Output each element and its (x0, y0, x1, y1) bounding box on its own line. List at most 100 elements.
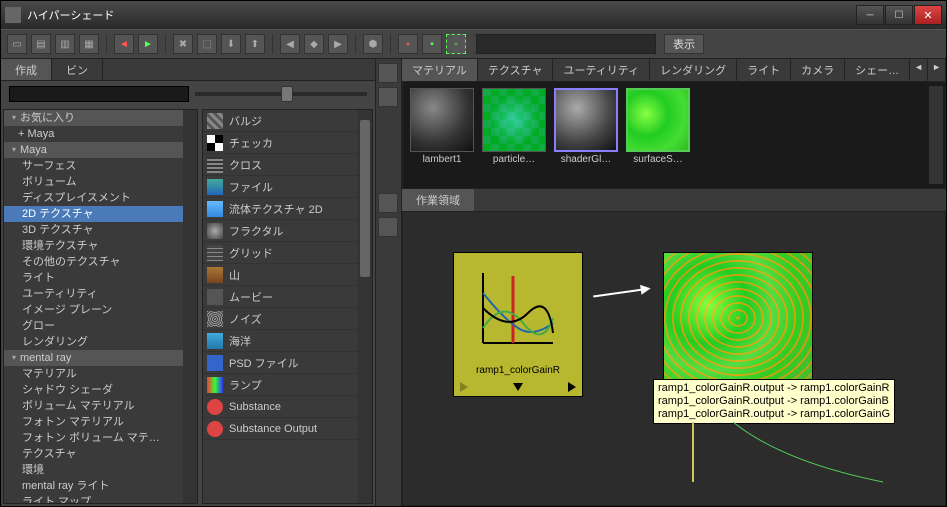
container-icon[interactable]: ⬢ (363, 34, 383, 54)
maximize-button[interactable] (885, 5, 913, 25)
nav-prev-icon[interactable]: ◄ (114, 34, 134, 54)
graph-input-icon[interactable]: ⬇ (221, 34, 241, 54)
tree-mr-env[interactable]: 環境 (4, 462, 197, 478)
shelftab-rendering[interactable]: レンダリング (650, 59, 737, 81)
nav-next-icon[interactable]: ► (138, 34, 158, 54)
swatch-surface[interactable]: surfaceS… (625, 88, 691, 182)
swatch-shaderglow[interactable]: shaderGl… (553, 88, 619, 182)
main-toolbar: ▭ ▤ ▥ ▦ ◄ ► ✖ ⬚ ⬇ ⬆ ◀ ◆ ▶ ⬢ ▪ ▪ ▫ 表示 (1, 29, 946, 59)
node1-output-icon[interactable] (568, 382, 576, 392)
layout-single-icon[interactable]: ▭ (7, 34, 27, 54)
node-movie[interactable]: ムービー (203, 286, 372, 308)
tree-mr-light[interactable]: mental ray ライト (4, 478, 197, 494)
node-type-list: バルジ チェッカ クロス ファイル 流体テクスチャ 2D フラクタル グリッド … (202, 109, 373, 504)
layout-split-h-icon[interactable]: ▤ (31, 34, 51, 54)
tree-maya[interactable]: Maya (4, 142, 197, 158)
node-psd[interactable]: PSD ファイル (203, 352, 372, 374)
show-upstream-icon[interactable]: ◀ (280, 34, 300, 54)
shelftab-shading[interactable]: シェー… (845, 59, 910, 81)
node-ramp[interactable]: ランプ (203, 374, 372, 396)
icon-size-slider[interactable] (195, 92, 367, 96)
display-button[interactable]: 表示 (664, 34, 704, 54)
tree-other-texture[interactable]: その他のテクスチャ (4, 254, 197, 270)
minimize-button[interactable] (856, 5, 884, 25)
node-checker[interactable]: チェッカ (203, 132, 372, 154)
tree-mentalray[interactable]: mental ray (4, 350, 197, 366)
tree-surface[interactable]: サーフェス (4, 158, 197, 174)
fractal-icon (207, 223, 223, 239)
tree-mr-photonvol[interactable]: フォトン ボリューム マテ… (4, 430, 197, 446)
tree-favorites[interactable]: お気に入り (4, 110, 197, 126)
tab-create[interactable]: 作成 (1, 59, 52, 80)
shelf-tool-1-icon[interactable] (378, 63, 398, 83)
show-downstream-icon[interactable]: ▶ (328, 34, 348, 54)
shelftab-utility[interactable]: ユーティリティ (553, 59, 650, 81)
tree-utility[interactable]: ユーティリティ (4, 286, 197, 302)
work-tool-1-icon[interactable] (378, 193, 398, 213)
tree-env-texture[interactable]: 環境テクスチャ (4, 238, 197, 254)
clear-graph-icon[interactable]: ✖ (173, 34, 193, 54)
shelftab-scroll-left-icon[interactable]: ◄ (910, 59, 928, 81)
cloth-icon (207, 157, 223, 173)
tree-mr-volmat[interactable]: ボリューム マテリアル (4, 398, 197, 414)
tab-bin[interactable]: ビン (52, 59, 103, 80)
node-grid[interactable]: グリッド (203, 242, 372, 264)
shelftab-texture[interactable]: テクスチャ (478, 59, 554, 81)
tree-mr-lightmap[interactable]: ライト マップ (4, 494, 197, 504)
tree-imageplane[interactable]: イメージ プレーン (4, 302, 197, 318)
tree-mr-photonmat[interactable]: フォトン マテリアル (4, 414, 197, 430)
layout-quad-icon[interactable]: ▦ (79, 34, 99, 54)
filter-field[interactable] (476, 34, 656, 54)
tree-scrollbar[interactable] (183, 110, 197, 503)
tree-3d-texture[interactable]: 3D テクスチャ (4, 222, 197, 238)
rearrange-icon[interactable]: ⬚ (197, 34, 217, 54)
graph-output-icon[interactable]: ⬆ (245, 34, 265, 54)
shelf-scrollbar[interactable] (929, 86, 943, 184)
nodelist-scrollbar[interactable] (358, 110, 372, 503)
layout-split-v-icon[interactable]: ▥ (55, 34, 75, 54)
node1-expand-icon[interactable] (513, 383, 523, 391)
tree-mr-material[interactable]: マテリアル (4, 366, 197, 382)
work-tool-2-icon[interactable] (378, 217, 398, 237)
node-mountain[interactable]: 山 (203, 264, 372, 286)
shelftab-light[interactable]: ライト (737, 59, 791, 81)
grid-icon (207, 245, 223, 261)
select-green-icon[interactable]: ▪ (422, 34, 442, 54)
swatch-particle[interactable]: particle… (481, 88, 547, 182)
search-field[interactable] (9, 86, 189, 102)
shelftab-material[interactable]: マテリアル (402, 59, 478, 81)
tree-2d-texture[interactable]: 2D テクスチャ (4, 206, 197, 222)
node-cloth[interactable]: クロス (203, 154, 372, 176)
tree-mr-texture[interactable]: テクスチャ (4, 446, 197, 462)
node-noise[interactable]: ノイズ (203, 308, 372, 330)
node-ocean[interactable]: 海洋 (203, 330, 372, 352)
tree-volume[interactable]: ボリューム (4, 174, 197, 190)
tree-rendering[interactable]: レンダリング (4, 334, 197, 350)
graph-canvas[interactable]: ramp1_colorGainR (402, 211, 946, 506)
tree-light[interactable]: ライト (4, 270, 197, 286)
node-substance[interactable]: Substance (203, 396, 372, 418)
node1-input-icon[interactable] (460, 382, 468, 392)
curve-graph-icon (478, 268, 558, 348)
category-tree: お気に入り + Maya Maya サーフェス ボリューム ディスプレイスメント… (3, 109, 198, 504)
node-fluid2d[interactable]: 流体テクスチャ 2D (203, 198, 372, 220)
node-substance-output[interactable]: Substance Output (203, 418, 372, 440)
node-ramp1-colorgainr[interactable]: ramp1_colorGainR (453, 252, 583, 397)
tree-glow[interactable]: グロー (4, 318, 197, 334)
tree-displacement[interactable]: ディスプレイスメント (4, 190, 197, 206)
node-file[interactable]: ファイル (203, 176, 372, 198)
shelftab-scroll-right-icon[interactable]: ► (928, 59, 946, 81)
close-button[interactable] (914, 5, 942, 25)
swatch-lambert1[interactable]: lambert1 (409, 88, 475, 182)
tab-workarea[interactable]: 作業領域 (402, 189, 474, 211)
select-red-icon[interactable]: ▪ (398, 34, 418, 54)
select-toggle-icon[interactable]: ▫ (446, 34, 466, 54)
mountain-icon (207, 267, 223, 283)
shelf-tool-2-icon[interactable] (378, 87, 398, 107)
node-fractal[interactable]: フラクタル (203, 220, 372, 242)
tree-maya-fav[interactable]: + Maya (4, 126, 197, 142)
node-bulge[interactable]: バルジ (203, 110, 372, 132)
shelftab-camera[interactable]: カメラ (791, 59, 845, 81)
tree-mr-shadow[interactable]: シャドウ シェーダ (4, 382, 197, 398)
show-both-icon[interactable]: ◆ (304, 34, 324, 54)
